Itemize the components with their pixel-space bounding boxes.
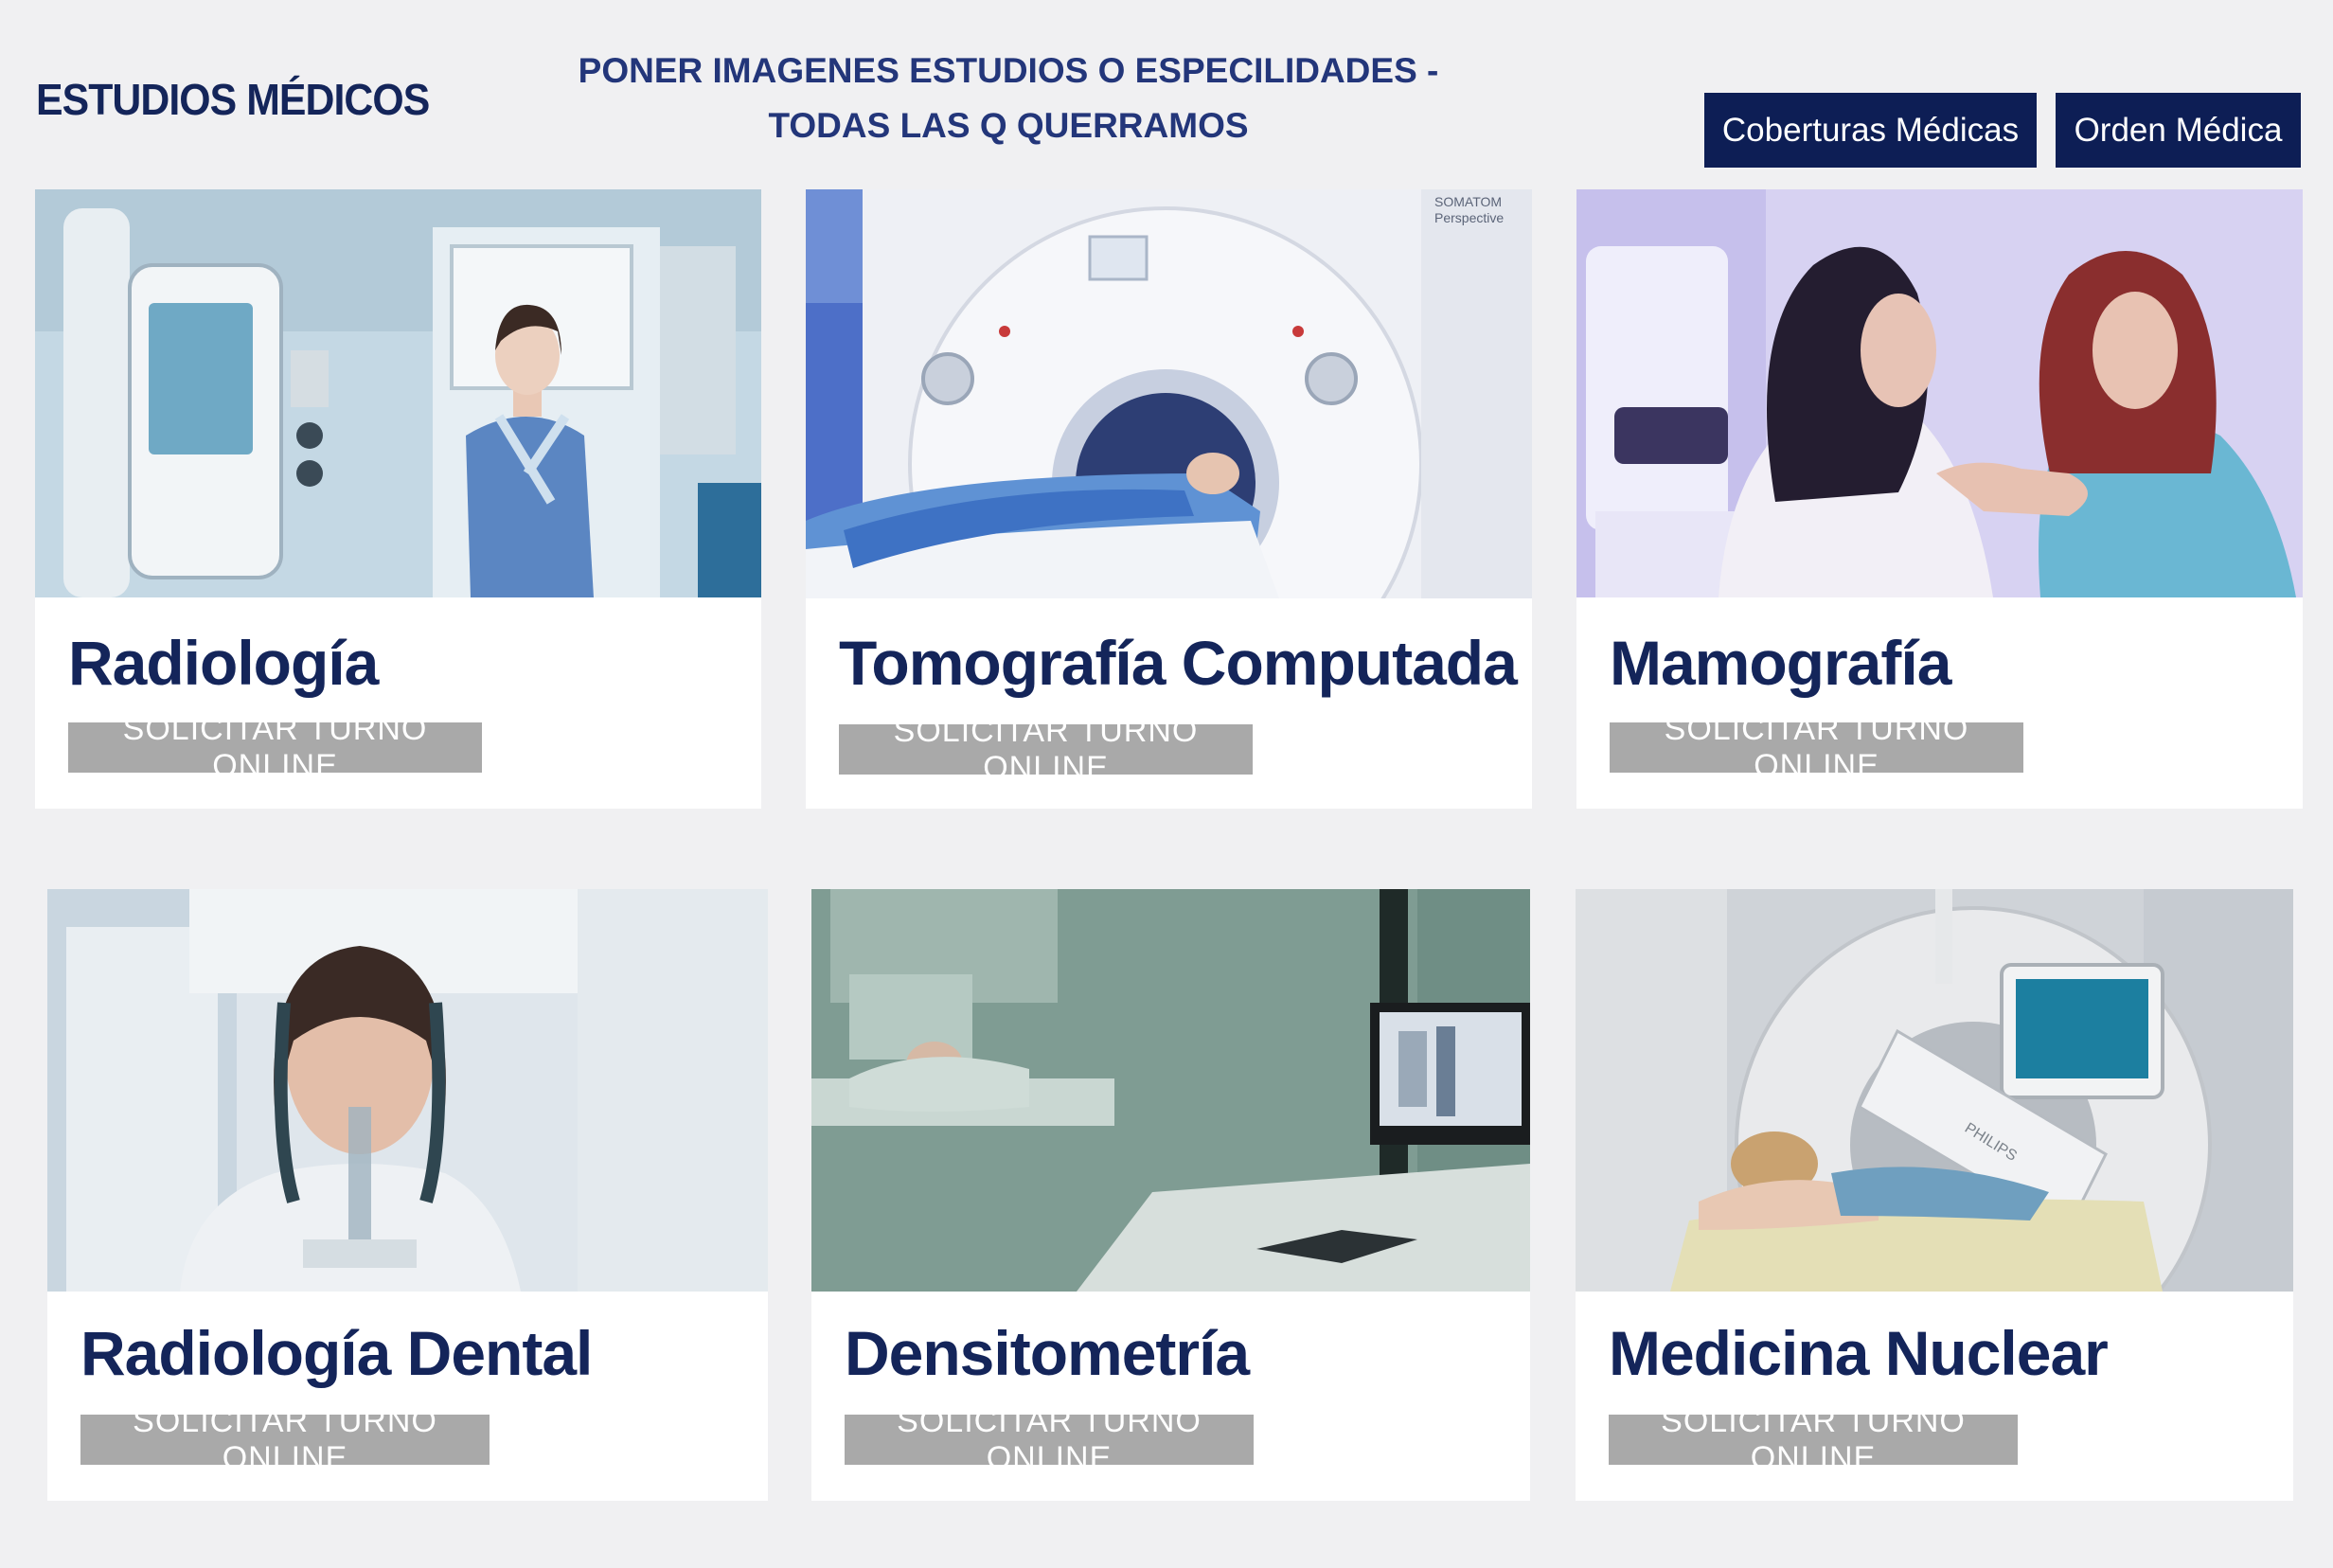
study-card-tomografia[interactable]: SOMATOM Perspective Tomografía Computada…: [806, 189, 1532, 809]
note-line-1: PONER IMAGENES ESTUDIOS O ESPECILIDADES …: [578, 51, 1439, 90]
coberturas-medicas-button[interactable]: Coberturas Médicas: [1704, 93, 2037, 168]
gamma-camera-photo: PHILIPS: [1576, 889, 2293, 1292]
ct-brand-text: SOMATOM: [1434, 194, 1502, 209]
x-ray-patient-photo: [35, 189, 761, 597]
solicitar-turno-button-mamografia[interactable]: SOLICITAR TURNO ONLINE: [1610, 711, 2023, 784]
ct-scanner-photo: SOMATOM Perspective: [806, 189, 1532, 598]
card-title-densitometria: Densitometría: [845, 1318, 1250, 1388]
study-card-densitometria[interactable]: Densitometría SOLICITAR TURNO ONLINE: [811, 889, 1530, 1501]
dental-xray-photo: [47, 889, 768, 1292]
card-title-tomografia: Tomografía Computada: [839, 628, 1518, 698]
page-title: ESTUDIOS MÉDICOS: [36, 75, 430, 124]
study-card-radiologia-dental[interactable]: Radiología Dental SOLICITAR TURNO ONLINE: [47, 889, 768, 1501]
solicitar-turno-button-densitometria[interactable]: SOLICITAR TURNO ONLINE: [845, 1403, 1254, 1476]
card-title-radiologia-dental: Radiología Dental: [80, 1318, 593, 1388]
study-card-mamografia[interactable]: Mamografía SOLICITAR TURNO ONLINE: [1576, 189, 2303, 809]
note-line-2: TODAS LAS Q QUERRAMOS: [768, 106, 1249, 145]
card-title-medicina-nuclear: Medicina Nuclear: [1609, 1318, 2109, 1388]
study-card-medicina-nuclear[interactable]: PHILIPS Medicina Nuclear SOLICITAR TURNO…: [1576, 889, 2293, 1501]
placeholder-note: PONER IMAGENES ESTUDIOS O ESPECILIDADES …: [530, 44, 1487, 153]
study-card-radiologia[interactable]: Radiología SOLICITAR TURNO ONLINE: [35, 189, 761, 809]
solicitar-turno-button-tomografia[interactable]: SOLICITAR TURNO ONLINE: [839, 713, 1253, 786]
solicitar-turno-button-radiologia[interactable]: SOLICITAR TURNO ONLINE: [68, 711, 482, 784]
densitometry-photo: [811, 889, 1530, 1292]
ct-model-text: Perspective: [1434, 210, 1504, 225]
solicitar-turno-button-medicina-nuclear[interactable]: SOLICITAR TURNO ONLINE: [1609, 1403, 2018, 1476]
card-title-radiologia: Radiología: [68, 628, 379, 698]
card-title-mamografia: Mamografía: [1610, 628, 1951, 698]
solicitar-turno-button-radiologia-dental[interactable]: SOLICITAR TURNO ONLINE: [80, 1403, 490, 1476]
orden-medica-button[interactable]: Orden Médica: [2056, 93, 2301, 168]
mammography-photo: [1576, 189, 2303, 597]
